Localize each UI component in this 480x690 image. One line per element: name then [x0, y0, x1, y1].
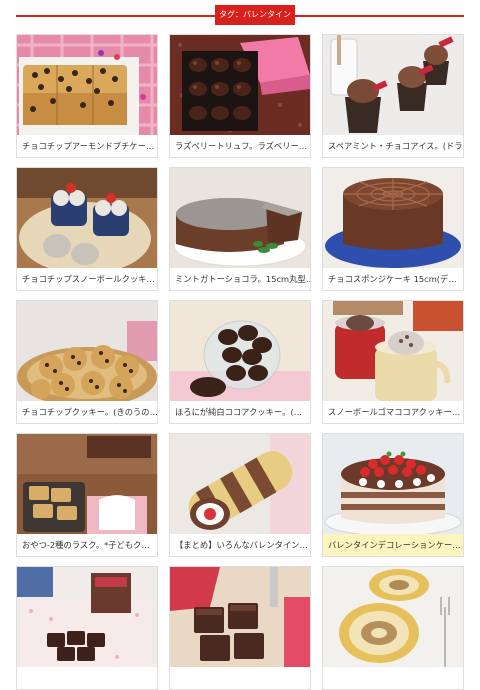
recipe-title[interactable]: チョコチップクッキー。(きのうの…	[17, 401, 157, 423]
recipe-card[interactable]	[16, 566, 158, 690]
recipe-title[interactable]: チョコチップスノーボールクッキ…	[17, 268, 157, 290]
recipe-thumbnail[interactable]	[170, 35, 310, 135]
recipe-title[interactable]: ラズベリートリュフ。ラズベリー…	[170, 135, 310, 157]
recipe-thumbnail[interactable]	[170, 567, 310, 667]
recipe-card[interactable]: ミントガトーショコラ。15cm丸型…	[169, 167, 311, 291]
recipe-card[interactable]: ほろにが純白ココアクッキー。(…	[169, 300, 311, 424]
recipe-title[interactable]: ほろにが純白ココアクッキー。(…	[170, 401, 310, 423]
recipe-title[interactable]: おやつ-2種のラスク。*子どもク…	[17, 534, 157, 556]
recipe-thumbnail[interactable]	[17, 434, 157, 534]
recipe-title[interactable]: スノーボールゴマココアクッキー…	[323, 401, 463, 423]
recipe-card[interactable]	[169, 566, 311, 690]
recipe-card[interactable]: チョコチップアーモンドブチケー…	[16, 34, 158, 158]
recipe-card[interactable]: 【まとめ】いろんなバレンタイン…	[169, 433, 311, 557]
recipe-title[interactable]: チョコチップアーモンドブチケー…	[17, 135, 157, 157]
recipe-title[interactable]: バレンタインデコレーションケー…	[323, 534, 463, 556]
recipe-card[interactable]: おやつ-2種のラスク。*子どもク…	[16, 433, 158, 557]
recipe-card[interactable]	[322, 566, 464, 690]
recipe-thumbnail[interactable]	[17, 567, 157, 667]
recipe-thumbnail[interactable]	[17, 301, 157, 401]
recipe-title[interactable]: チョコスポンジケーキ 15cm(デ…	[323, 268, 463, 290]
recipe-card[interactable]: チョコスポンジケーキ 15cm(デ…	[322, 167, 464, 291]
recipe-thumbnail[interactable]	[323, 301, 463, 401]
recipe-thumbnail[interactable]	[323, 35, 463, 135]
recipe-title[interactable]: 【まとめ】いろんなバレンタイン…	[170, 534, 310, 556]
recipe-card[interactable]: チョコチップクッキー。(きのうの…	[16, 300, 158, 424]
recipe-title[interactable]: ミントガトーショコラ。15cm丸型…	[170, 268, 310, 290]
recipe-card[interactable]: バレンタインデコレーションケー…	[322, 433, 464, 557]
recipe-thumbnail[interactable]	[170, 434, 310, 534]
recipe-thumbnail[interactable]	[323, 434, 463, 534]
recipe-card[interactable]: ラズベリートリュフ。ラズベリー…	[169, 34, 311, 158]
recipe-thumbnail[interactable]	[170, 168, 310, 268]
recipe-card[interactable]: スペアミント・チョコアイス。(ドラ…	[322, 34, 464, 158]
recipe-title[interactable]	[170, 667, 310, 689]
recipe-thumbnail[interactable]	[17, 168, 157, 268]
tag-label: タグ：バレンタイン	[215, 5, 295, 25]
tag-header: タグ：バレンタイン	[16, 5, 464, 25]
recipe-title[interactable]	[323, 667, 463, 689]
recipe-card[interactable]: チョコチップスノーボールクッキ…	[16, 167, 158, 291]
recipe-title[interactable]: スペアミント・チョコアイス。(ドラ…	[323, 135, 463, 157]
recipe-title[interactable]	[17, 667, 157, 689]
recipe-thumbnail[interactable]	[17, 35, 157, 135]
recipe-thumbnail[interactable]	[170, 301, 310, 401]
recipe-thumbnail[interactable]	[323, 567, 463, 667]
recipe-thumbnail[interactable]	[323, 168, 463, 268]
recipe-card[interactable]: スノーボールゴマココアクッキー…	[322, 300, 464, 424]
